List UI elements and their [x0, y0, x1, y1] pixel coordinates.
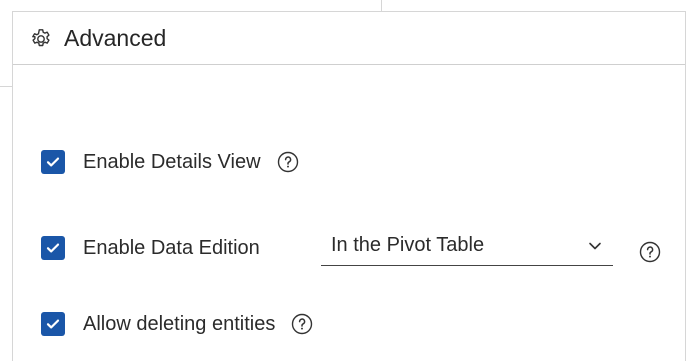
option-enable-data-edition[interactable]: Enable Data Edition: [41, 234, 260, 262]
help-icon[interactable]: [291, 313, 313, 335]
chevron-down-icon: [589, 242, 601, 250]
checkmark-icon: [46, 157, 60, 167]
checkmark-icon: [46, 319, 60, 329]
panel-title: Advanced: [64, 25, 167, 51]
option-enable-details-view[interactable]: Enable Details View: [41, 148, 299, 176]
enable-data-edition-checkbox[interactable]: [41, 236, 65, 260]
enable-details-view-label: Enable Details View: [83, 150, 261, 173]
allow-deleting-entities-label: Allow deleting entities: [83, 312, 276, 335]
background-divider-horizontal: [0, 86, 12, 87]
allow-deleting-entities-checkbox[interactable]: [41, 312, 65, 336]
data-edition-select[interactable]: In the Pivot Table: [321, 232, 613, 266]
help-icon[interactable]: [639, 241, 661, 263]
enable-data-edition-label: Enable Data Edition: [83, 236, 260, 259]
data-edition-select-value: In the Pivot Table: [331, 234, 485, 256]
help-icon[interactable]: [277, 151, 299, 173]
gear-icon: [32, 29, 50, 47]
enable-details-view-checkbox[interactable]: [41, 150, 65, 174]
checkmark-icon: [46, 243, 60, 253]
panel-header: Advanced: [13, 12, 685, 65]
advanced-panel: Advanced Enable Details View Enable Data…: [12, 11, 686, 361]
option-allow-deleting-entities[interactable]: Allow deleting entities: [41, 310, 313, 338]
